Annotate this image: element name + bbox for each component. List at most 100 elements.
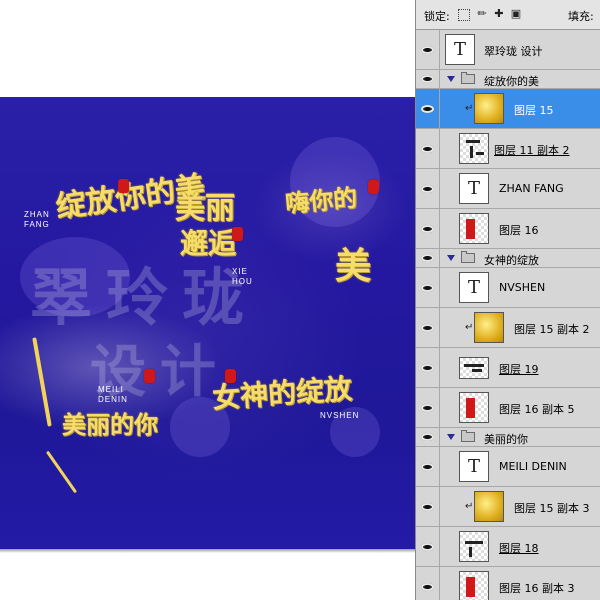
artwork-thumbnail — [459, 133, 489, 164]
visibility-toggle[interactable] — [416, 388, 440, 427]
layer-name: 图层 15 副本 3 — [514, 502, 590, 515]
visibility-toggle[interactable] — [416, 70, 440, 88]
visibility-toggle[interactable] — [416, 249, 440, 267]
lock-position-icon[interactable]: ✚ — [493, 8, 505, 20]
layer-row[interactable]: 图层 16 — [416, 209, 600, 249]
calligraphy-phrase-3a: 嗨你的 — [284, 182, 359, 219]
artwork-thumbnail — [459, 357, 489, 379]
visibility-toggle[interactable] — [416, 527, 440, 566]
layer-name: 图层 16 — [499, 224, 539, 237]
gold-texture-thumbnail — [474, 491, 504, 522]
red-seal — [368, 180, 379, 194]
folder-icon — [461, 72, 475, 84]
group-name: 女神的绽放 — [484, 254, 539, 267]
visibility-toggle[interactable] — [416, 169, 440, 208]
seal-thumbnail — [459, 571, 489, 600]
lock-bar: 锁定: ✏ ✚ ▣ 填充: — [416, 0, 600, 30]
layer-name: MEILI DENIN — [499, 460, 567, 473]
eye-icon — [421, 502, 434, 511]
gold-texture-thumbnail — [474, 312, 504, 343]
layer-row[interactable]: ↵ 图层 15 副本 2 — [416, 308, 600, 348]
visibility-toggle[interactable] — [416, 30, 440, 69]
phrase-1-pinyin-2: FANG — [24, 220, 50, 229]
brush-stroke — [45, 450, 78, 494]
layer-row[interactable]: 图层 11 副本 2 — [416, 129, 600, 169]
text-layer-thumbnail: T — [459, 451, 489, 482]
eye-icon — [421, 224, 434, 233]
visibility-toggle[interactable] — [416, 348, 440, 387]
visibility-toggle[interactable] — [416, 268, 440, 307]
lock-transparent-pixels-icon[interactable] — [458, 9, 470, 21]
phrase-4-pinyin-1: MEILI — [98, 385, 124, 394]
artwork-thumbnail — [459, 531, 489, 562]
layer-group-row[interactable]: 美丽的你 — [416, 428, 600, 447]
visibility-toggle[interactable] — [416, 209, 440, 248]
group-name: 绽放你的美 — [484, 75, 539, 88]
text-layer-thumbnail: T — [445, 34, 475, 65]
layer-row[interactable]: 图层 16 副本 5 — [416, 388, 600, 428]
layer-name: 图层 18 — [499, 542, 539, 555]
layer-list: T 翠玲珑 设计 绽放你的美 ↵ 图层 15 图层 11 副本 2 T ZHAN… — [416, 30, 600, 600]
layer-name: 图层 11 副本 2 — [494, 144, 570, 157]
eye-icon — [421, 433, 434, 441]
layer-row-selected[interactable]: ↵ 图层 15 — [416, 89, 600, 129]
group-name: 美丽的你 — [484, 433, 528, 446]
layers-panel[interactable]: 锁定: ✏ ✚ ▣ 填充: T 翠玲珑 设计 绽放你的美 ↵ 图层 15 图层 … — [415, 0, 600, 600]
eye-icon — [421, 283, 434, 292]
eye-icon — [421, 542, 434, 551]
eye-icon — [421, 184, 434, 193]
artwork-image[interactable]: 翠玲珑 设计 绽放你的美 ZHAN FANG 美丽 邂逅 XIE HOU 嗨你的… — [0, 97, 415, 549]
red-seal — [232, 227, 243, 241]
eye-icon — [421, 363, 434, 372]
visibility-toggle[interactable] — [416, 308, 440, 347]
lock-label: 锁定: — [424, 10, 450, 23]
eye-icon — [421, 403, 434, 412]
layer-row[interactable]: ↵ 图层 15 副本 3 — [416, 487, 600, 527]
eye-icon — [421, 323, 434, 332]
red-seal — [118, 179, 129, 193]
eye-icon — [421, 144, 434, 153]
expand-triangle-icon[interactable] — [447, 255, 455, 261]
lock-all-icon[interactable]: ▣ — [510, 8, 522, 20]
layer-group-row[interactable]: 女神的绽放 — [416, 249, 600, 268]
phrase-1-pinyin-1: ZHAN — [24, 210, 50, 219]
calligraphy-phrase-2b: 邂逅 — [180, 227, 237, 260]
layer-row[interactable]: T NVSHEN — [416, 268, 600, 308]
seal-thumbnail — [459, 392, 489, 423]
red-seal — [144, 369, 155, 383]
expand-triangle-icon[interactable] — [447, 434, 455, 440]
visibility-toggle[interactable] — [416, 447, 440, 486]
visibility-toggle[interactable] — [416, 129, 440, 168]
layer-row[interactable]: T MEILI DENIN — [416, 447, 600, 487]
calligraphy-phrase-2a: 美丽 — [175, 191, 235, 226]
fill-label: 填充: — [568, 10, 594, 23]
document-canvas[interactable]: 翠玲珑 设计 绽放你的美 ZHAN FANG 美丽 邂逅 XIE HOU 嗨你的… — [0, 0, 415, 600]
folder-icon — [461, 251, 475, 263]
eye-icon — [421, 45, 434, 54]
phrase-5-pinyin: NVSHEN — [320, 411, 360, 420]
visibility-toggle[interactable] — [416, 487, 440, 526]
calligraphy-phrase-4: 美丽的你 — [62, 410, 158, 439]
layer-name: 图层 15 副本 2 — [514, 323, 590, 336]
visibility-toggle[interactable] — [416, 428, 440, 446]
calligraphy-phrase-3b: 美 — [335, 245, 372, 287]
folder-icon — [461, 430, 475, 442]
lock-image-pixels-icon[interactable]: ✏ — [476, 8, 488, 20]
expand-triangle-icon[interactable] — [447, 76, 455, 82]
layer-group-row[interactable]: 绽放你的美 — [416, 70, 600, 89]
visibility-toggle[interactable] — [416, 89, 440, 128]
layer-row[interactable]: 图层 16 副本 3 — [416, 567, 600, 600]
canvas-shadow — [0, 549, 415, 553]
phrase-2-pinyin-2: HOU — [232, 277, 253, 286]
layer-row[interactable]: T 翠玲珑 设计 — [416, 30, 600, 70]
eye-icon — [421, 104, 434, 113]
layer-row[interactable]: 图层 19 — [416, 348, 600, 388]
layer-row[interactable]: T ZHAN FANG — [416, 169, 600, 209]
gold-texture-thumbnail — [474, 93, 504, 124]
layer-row[interactable]: 图层 18 — [416, 527, 600, 567]
text-layer-thumbnail: T — [459, 173, 489, 204]
layer-name: NVSHEN — [499, 281, 546, 294]
visibility-toggle[interactable] — [416, 567, 440, 600]
layer-name: 图层 19 — [499, 363, 539, 376]
layer-name: 图层 15 — [514, 104, 554, 117]
